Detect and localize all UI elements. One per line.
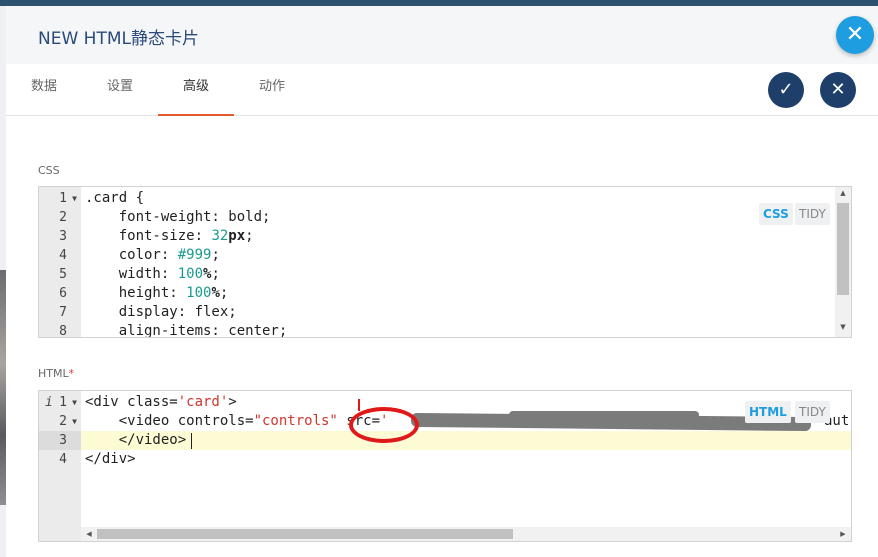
tab-actions[interactable]: 动作	[246, 64, 298, 116]
fold-arrow-icon[interactable]: ▼	[72, 189, 77, 208]
code-line: <video controls="controls" src='	[85, 413, 389, 429]
check-icon: ✓	[778, 79, 794, 100]
line-number: 8	[59, 324, 67, 338]
html-section-label: HTML*	[38, 367, 75, 380]
code-line: display: flex;	[85, 304, 237, 320]
fold-arrow-icon[interactable]: ▼	[72, 412, 77, 431]
scroll-left-icon[interactable]: ◀	[81, 530, 97, 538]
active-line-highlight	[81, 431, 851, 450]
css-section-label: CSS	[38, 164, 60, 177]
code-line: font-size: 32px;	[85, 228, 254, 244]
scroll-right-icon[interactable]: ▶	[835, 530, 851, 538]
line-number: 4	[59, 452, 67, 467]
line-number: 2 ▼	[59, 412, 77, 431]
line-number: 5	[59, 267, 67, 282]
confirm-button[interactable]: ✓	[768, 72, 804, 108]
line-number: 2	[59, 210, 67, 225]
line-number: 1 ▼	[59, 189, 77, 208]
css-format-button[interactable]: CSS	[759, 203, 793, 225]
html-tidy-button[interactable]: TIDY	[795, 401, 830, 423]
tab-settings[interactable]: 设置	[94, 64, 146, 116]
code-line: align-items: center;	[85, 323, 288, 338]
fold-arrow-icon[interactable]: ▼	[72, 393, 77, 412]
line-number: 7	[59, 305, 67, 320]
code-line: font-weight: bold;	[85, 209, 271, 225]
code-line: </div>	[85, 451, 136, 467]
tab-bar: 数据 设置 高级 动作	[6, 64, 878, 116]
close-dialog-button[interactable]: ✕	[836, 16, 874, 54]
close-icon: ✕	[845, 22, 865, 47]
tab-advanced[interactable]: 高级	[158, 64, 234, 116]
text-cursor	[191, 433, 192, 449]
info-icon: i	[45, 395, 53, 410]
html-format-button[interactable]: HTML	[745, 401, 791, 423]
line-number: 6	[59, 286, 67, 301]
code-line: </video>	[85, 432, 187, 448]
close-icon: ✕	[830, 79, 846, 100]
code-line: color: #999;	[85, 247, 220, 263]
html-code-editor[interactable]: i 1 ▼ 2 ▼ 3 4 <div class='card'> <video con…	[38, 390, 852, 542]
dialog: NEW HTML静态卡片 数据 设置 高级 动作 ✓ ✕ CSS 1 ▼ 2 3 …	[6, 6, 878, 557]
css-code-editor[interactable]: 1 ▼ 2 3 4 5 6 7 8 .card { font-weight: bo…	[38, 186, 852, 338]
css-tidy-button[interactable]: TIDY	[795, 203, 830, 225]
code-line: width: 100%;	[85, 266, 220, 282]
redaction-scribble	[509, 411, 699, 419]
css-editor-gutter: 1 ▼ 2 3 4 5 6 7 8	[39, 187, 81, 337]
dialog-header: NEW HTML静态卡片	[6, 6, 878, 64]
scroll-up-icon[interactable]: ▲	[835, 189, 851, 197]
line-number: i 1 ▼	[45, 393, 77, 412]
code-line: <div class='card'>	[85, 394, 237, 410]
line-number: 3	[59, 229, 67, 244]
line-number: 4	[59, 248, 67, 263]
cancel-button[interactable]: ✕	[820, 72, 856, 108]
annotation-mark	[358, 399, 360, 411]
scrollbar-thumb[interactable]	[837, 203, 849, 295]
code-line: .card {	[85, 190, 145, 206]
annotation-circle	[349, 407, 419, 443]
dialog-title: NEW HTML静态卡片	[38, 29, 199, 49]
html-horizontal-scrollbar[interactable]: ◀ ▶	[81, 527, 851, 541]
scrollbar-thumb[interactable]	[97, 529, 513, 539]
tab-data[interactable]: 数据	[18, 64, 70, 116]
code-line: height: 100%;	[85, 285, 229, 301]
line-number: 3	[59, 433, 67, 448]
scroll-down-icon[interactable]: ▼	[835, 323, 851, 331]
css-vertical-scrollbar[interactable]: ▲ ▼	[835, 187, 851, 337]
required-mark: *	[68, 367, 75, 380]
